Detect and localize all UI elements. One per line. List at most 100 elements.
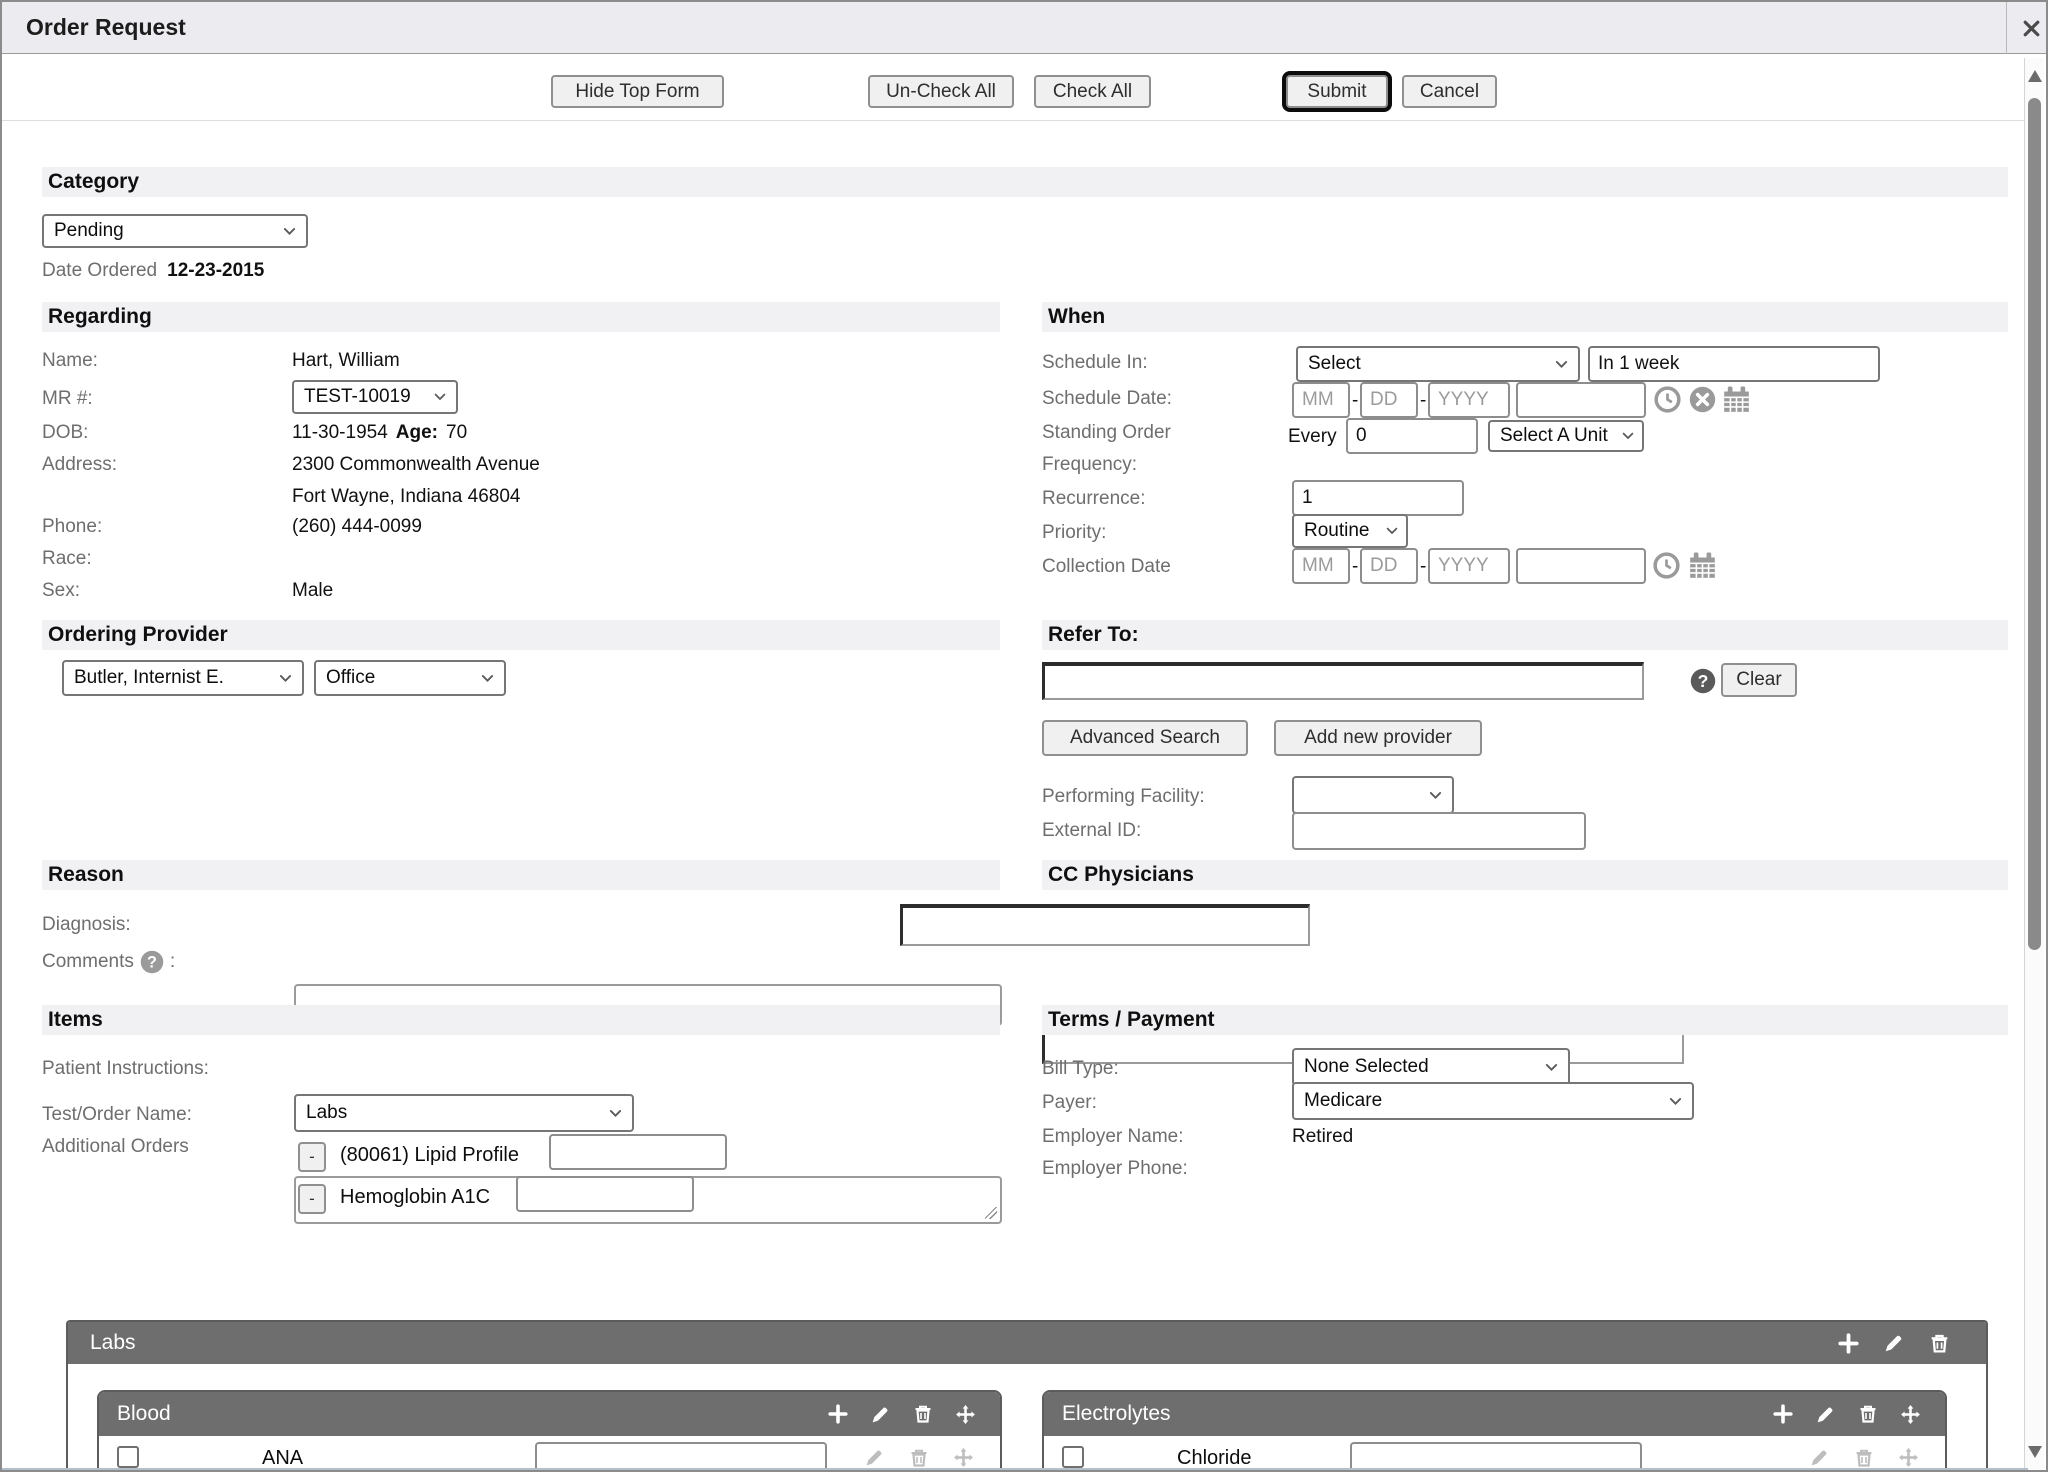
refer-to-search-input[interactable] <box>1042 662 1644 700</box>
add-new-provider-button[interactable]: Add new provider <box>1274 720 1482 756</box>
diagnosis-input[interactable] <box>900 904 1310 946</box>
schedule-date-label: Schedule Date: <box>1042 388 1172 410</box>
payer-select[interactable]: Medicare <box>1292 1082 1694 1120</box>
electrolytes-group-title: Electrolytes <box>1062 1402 1171 1426</box>
schedule-date-yyyy-input[interactable] <box>1428 382 1510 418</box>
hide-top-form-button[interactable]: Hide Top Form <box>551 75 724 108</box>
bill-type-select[interactable]: None Selected <box>1292 1048 1570 1086</box>
scroll-down-arrow[interactable] <box>2028 1446 2042 1458</box>
refer-to-clear-button[interactable]: Clear <box>1721 663 1797 697</box>
order-item-input[interactable] <box>549 1134 727 1170</box>
priority-select[interactable]: Routine <box>1292 514 1408 548</box>
order-request-dialog: Order Request Hide Top Form Un-Check All… <box>0 0 2048 1472</box>
provider-location-select[interactable]: Office <box>314 660 506 696</box>
dialog-title: Order Request <box>26 14 186 41</box>
advanced-search-button[interactable]: Advanced Search <box>1042 720 1248 756</box>
mr-select-value: TEST-10019 <box>304 386 411 408</box>
lab-test-checkbox[interactable] <box>117 1446 139 1468</box>
refer-to-help[interactable] <box>1690 668 1716 694</box>
collection-time-picker[interactable] <box>1653 552 1680 579</box>
items-section-header: Items <box>42 1005 1000 1035</box>
row-move-handle[interactable] <box>1898 1447 1919 1468</box>
collection-date-yyyy-input[interactable] <box>1428 548 1510 584</box>
schedule-date-clear[interactable] <box>1689 386 1716 413</box>
schedule-date-picker[interactable] <box>1722 385 1751 414</box>
unit-select[interactable]: Select A Unit <box>1488 420 1644 452</box>
group-edit-button[interactable] <box>870 1404 891 1425</box>
scrollbar-thumb[interactable] <box>2028 98 2041 950</box>
collection-date-mm-input[interactable] <box>1292 548 1350 584</box>
comments-label-suffix: : <box>170 951 175 973</box>
group-move-handle[interactable] <box>1900 1404 1921 1425</box>
clock-icon <box>1653 552 1680 579</box>
labs-delete-button[interactable] <box>1929 1333 1950 1354</box>
group-edit-button[interactable] <box>1815 1404 1836 1425</box>
submit-button[interactable]: Submit <box>1286 75 1388 108</box>
row-delete-button[interactable] <box>1854 1448 1874 1468</box>
collection-date-picker[interactable] <box>1688 551 1717 580</box>
schedule-date-time-input[interactable] <box>1516 382 1646 418</box>
date-separator: - <box>1352 390 1358 412</box>
schedule-in-text-input[interactable] <box>1588 346 1880 382</box>
title-bar <box>2 2 2046 54</box>
order-item-input[interactable] <box>516 1176 694 1212</box>
close-button[interactable] <box>2014 11 2048 45</box>
group-delete-button[interactable] <box>1858 1404 1878 1424</box>
category-select[interactable]: Pending <box>42 214 308 248</box>
schedule-date-mm-input[interactable] <box>1292 382 1350 418</box>
collection-date-time-input[interactable] <box>1516 548 1646 584</box>
row-edit-button[interactable] <box>864 1447 885 1468</box>
external-id-label: External ID: <box>1042 820 1141 842</box>
age-value: 70 <box>446 422 467 444</box>
recurrence-input[interactable] <box>1292 480 1464 516</box>
collection-date-dd-input[interactable] <box>1360 548 1418 584</box>
phone-value: (260) 444-0099 <box>292 516 422 538</box>
ordering-provider-select[interactable]: Butler, Internist E. <box>62 660 304 696</box>
schedule-date-dd-input[interactable] <box>1360 382 1418 418</box>
row-edit-button[interactable] <box>1809 1447 1830 1468</box>
blood-group-panel: Blood ANA <box>97 1390 1002 1472</box>
address-line1: 2300 Commonwealth Avenue <box>292 454 540 476</box>
order-item-name: Hemoglobin A1C <box>340 1186 490 1209</box>
group-add-button[interactable] <box>828 1404 848 1424</box>
schedule-in-label: Schedule In: <box>1042 352 1148 374</box>
group-add-button[interactable] <box>1773 1404 1793 1424</box>
scroll-up-arrow[interactable] <box>2028 70 2042 82</box>
chevron-down-icon <box>1553 356 1570 373</box>
group-move-handle[interactable] <box>955 1404 976 1425</box>
performing-facility-select[interactable] <box>1292 776 1454 814</box>
ordering-provider-section-header: Ordering Provider <box>42 620 1000 650</box>
row-delete-button[interactable] <box>909 1448 929 1468</box>
lab-test-name: Chloride <box>1177 1447 1251 1470</box>
remove-order-button[interactable]: - <box>298 1142 326 1172</box>
phone-label: Phone: <box>42 516 102 538</box>
external-id-input[interactable] <box>1292 812 1586 850</box>
dob-label: DOB: <box>42 422 88 444</box>
labs-add-button[interactable] <box>1838 1333 1859 1354</box>
every-input[interactable] <box>1346 418 1478 454</box>
check-all-button[interactable]: Check All <box>1034 75 1151 108</box>
schedule-in-select[interactable]: Select <box>1296 346 1580 382</box>
calendar-icon <box>1688 551 1717 580</box>
clock-icon <box>1654 386 1681 413</box>
mr-select[interactable]: TEST-10019 <box>292 380 458 414</box>
standing-order-label-line1: Standing Order <box>1042 422 1171 444</box>
chevron-down-icon <box>1427 787 1444 804</box>
name-value: Hart, William <box>292 350 400 372</box>
schedule-time-picker[interactable] <box>1654 386 1681 413</box>
row-move-handle[interactable] <box>953 1447 974 1468</box>
date-separator: - <box>1420 556 1426 578</box>
comments-help[interactable] <box>140 950 164 974</box>
labs-edit-button[interactable] <box>1883 1332 1905 1354</box>
uncheck-all-button[interactable]: Un-Check All <box>868 75 1014 108</box>
test-order-name-select[interactable]: Labs <box>294 1094 634 1132</box>
vertical-scrollbar[interactable] <box>2024 58 2044 1470</box>
category-select-value: Pending <box>54 220 124 242</box>
unit-select-value: Select A Unit <box>1500 425 1608 447</box>
dob-value: 11-30-1954 <box>292 422 388 444</box>
remove-order-button[interactable]: - <box>298 1184 326 1214</box>
group-delete-button[interactable] <box>913 1404 933 1424</box>
cancel-button[interactable]: Cancel <box>1402 75 1497 108</box>
bill-type-label: Bill Type: <box>1042 1058 1119 1080</box>
lab-test-checkbox[interactable] <box>1062 1446 1084 1468</box>
